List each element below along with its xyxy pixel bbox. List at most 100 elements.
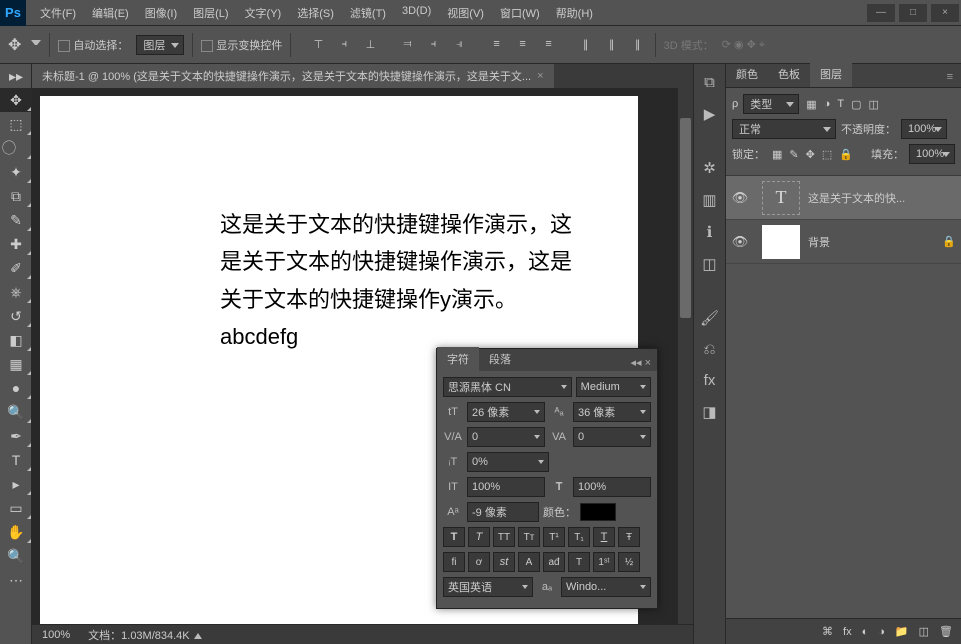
eyedropper-tool[interactable]: ✎ (0, 208, 32, 232)
visibility-icon[interactable]: 👁 (726, 190, 754, 206)
type-tool[interactable]: T (0, 448, 32, 472)
tab-color[interactable]: 颜色 (726, 61, 768, 87)
show-transform-checkbox[interactable]: 显示变换控件 (201, 37, 282, 53)
font-family-select[interactable]: 思源黑体 CN (443, 377, 572, 397)
adjustment-layer-icon[interactable]: ◑ (878, 626, 885, 638)
align-icons[interactable]: ⊤⫞⊥ ⫤⫞⫣ ≡≡≡ ∥∥∥ (309, 38, 646, 51)
layer-fx-icon[interactable]: fx (843, 626, 852, 638)
strikethrough-button[interactable]: Ŧ (618, 527, 640, 547)
baseline-input[interactable]: -9 像素 (467, 502, 539, 522)
filter-icons[interactable]: ▦◑T▢◫ (806, 98, 879, 111)
history-icon[interactable]: ⧉ (704, 74, 715, 91)
more-tools[interactable]: ⋯ (0, 568, 32, 592)
ordinals-button[interactable]: T (568, 552, 590, 572)
zoom-level[interactable]: 100% (42, 629, 70, 641)
expand-icon[interactable]: ▸▸ (0, 64, 32, 88)
stamp-tool[interactable]: ⎈ (0, 280, 32, 304)
gradient-tool[interactable]: ▦ (0, 352, 32, 376)
fill-input[interactable]: 100% (909, 144, 955, 164)
link-layers-icon[interactable]: ⌘ (822, 625, 833, 638)
italic-button[interactable]: T (468, 527, 490, 547)
lock-icons[interactable]: ▦✎✥⬚🔒 (772, 148, 853, 161)
eraser-tool[interactable]: ◧ (0, 328, 32, 352)
layer-thumbnail[interactable]: T (762, 181, 800, 215)
layer-name[interactable]: 这是关于文本的快... (808, 190, 961, 206)
smallcaps-button[interactable]: Tᴛ (518, 527, 540, 547)
crop-tool[interactable]: ⧉ (0, 184, 32, 208)
bold-button[interactable]: T (443, 527, 465, 547)
collapse-icon[interactable]: ◂◂ × (624, 354, 657, 371)
menu-file[interactable]: 文件(F) (32, 0, 84, 26)
menu-filter[interactable]: 滤镜(T) (342, 0, 394, 26)
document-tab[interactable]: 未标题-1 @ 100% (这是关于文本的快捷键操作演示，这是关于文本的快捷键操… (32, 64, 554, 88)
titling-button[interactable]: ađ (543, 552, 565, 572)
tab-character[interactable]: 字符 (437, 347, 479, 371)
move-tool[interactable]: ✥ (0, 88, 32, 112)
vscale-input[interactable]: 100% (467, 477, 545, 497)
menu-select[interactable]: 选择(S) (289, 0, 342, 26)
layer-thumbnail[interactable] (762, 225, 800, 259)
styles-icon[interactable]: fx (704, 372, 716, 389)
subscript-button[interactable]: T₁ (568, 527, 590, 547)
collapsed-panels[interactable]: ⧉ ▶ ✲ ▥ ℹ ◫ 🖌 ⎌ fx ◨ (693, 64, 725, 644)
leading-input[interactable]: 36 像素 (573, 402, 651, 422)
zoom-tool[interactable]: 🔍 (0, 544, 32, 568)
history-brush-tool[interactable]: ↺ (0, 304, 32, 328)
character-panel[interactable]: 字符 段落 ◂◂ × 思源黑体 CN Medium tT 26 像素 ᴬₐ 36… (436, 348, 658, 609)
layer-kind-filter[interactable]: 类型 (743, 94, 799, 114)
font-weight-select[interactable]: Medium (576, 377, 651, 397)
auto-select-target[interactable]: 图层 (136, 35, 184, 55)
swash-button[interactable]: st (493, 552, 515, 572)
actions-icon[interactable]: ▶ (704, 105, 716, 123)
half-button[interactable]: ½ (618, 552, 640, 572)
allcaps-button[interactable]: TT (493, 527, 515, 547)
blur-tool[interactable]: ● (0, 376, 32, 400)
magic-wand-tool[interactable]: ✦ (0, 160, 32, 184)
channels-icon[interactable]: ◨ (702, 403, 716, 421)
menu-edit[interactable]: 编辑(E) (84, 0, 137, 26)
close-button[interactable]: × (931, 4, 959, 22)
hscale-input[interactable]: 100% (573, 477, 651, 497)
menu-3d[interactable]: 3D(D) (394, 0, 439, 26)
auto-select-checkbox[interactable]: 自动选择： (58, 37, 128, 53)
tracking-input[interactable]: 0 (573, 427, 651, 447)
close-tab-icon[interactable]: × (537, 70, 543, 82)
brush-tool[interactable]: ✐ (0, 256, 32, 280)
rectangle-tool[interactable]: ▭ (0, 496, 32, 520)
color-swatch[interactable] (580, 503, 616, 521)
menu-window[interactable]: 窗口(W) (492, 0, 548, 26)
info-icon[interactable]: ℹ (707, 223, 713, 241)
clone-source-icon[interactable]: ⎌ (703, 341, 715, 358)
marquee-tool[interactable]: ⬚ (0, 112, 32, 136)
underline-button[interactable]: T (593, 527, 615, 547)
vertical-scrollbar[interactable] (678, 88, 693, 624)
layer-row[interactable]: 👁 背景 🔒 (726, 220, 961, 264)
histogram-icon[interactable]: ▥ (702, 191, 716, 209)
path-select-tool[interactable]: ▸ (0, 472, 32, 496)
maximize-button[interactable]: □ (899, 4, 927, 22)
pen-tool[interactable]: ✒ (0, 424, 32, 448)
properties-icon[interactable]: ◫ (702, 255, 716, 273)
kerning-input[interactable]: 0 (467, 427, 545, 447)
language-select[interactable]: 英国英语 (443, 577, 533, 597)
canvas-text[interactable]: 这是关于文本的快捷键操作演示，这是关于文本的快捷键操作演示，这是关于文本的快捷键… (220, 206, 580, 356)
delete-layer-icon[interactable]: 🗑 (939, 625, 953, 638)
layer-mask-icon[interactable]: ◐ (862, 626, 869, 638)
menu-type[interactable]: 文字(Y) (237, 0, 290, 26)
dodge-tool[interactable]: 🔍 (0, 400, 32, 424)
tab-layers[interactable]: 图层 (810, 61, 852, 87)
layer-row[interactable]: 👁 T 这是关于文本的快... (726, 176, 961, 220)
menu-view[interactable]: 视图(V) (439, 0, 492, 26)
lasso-tool[interactable]: ⃝ (0, 136, 32, 160)
fractions-button[interactable]: 1ˢᵗ (593, 552, 615, 572)
brush-preset-icon[interactable]: 🖌 (700, 309, 719, 327)
blend-mode-select[interactable]: 正常 (732, 119, 836, 139)
minimize-button[interactable]: — (867, 4, 895, 22)
menu-help[interactable]: 帮助(H) (548, 0, 601, 26)
tab-swatches[interactable]: 色板 (768, 61, 810, 87)
font-size-input[interactable]: 26 像素 (467, 402, 545, 422)
layer-name[interactable]: 背景 (808, 234, 937, 250)
navigator-icon[interactable]: ✲ (703, 159, 716, 177)
superscript-button[interactable]: T¹ (543, 527, 565, 547)
contextual-button[interactable]: ơ (468, 552, 490, 572)
